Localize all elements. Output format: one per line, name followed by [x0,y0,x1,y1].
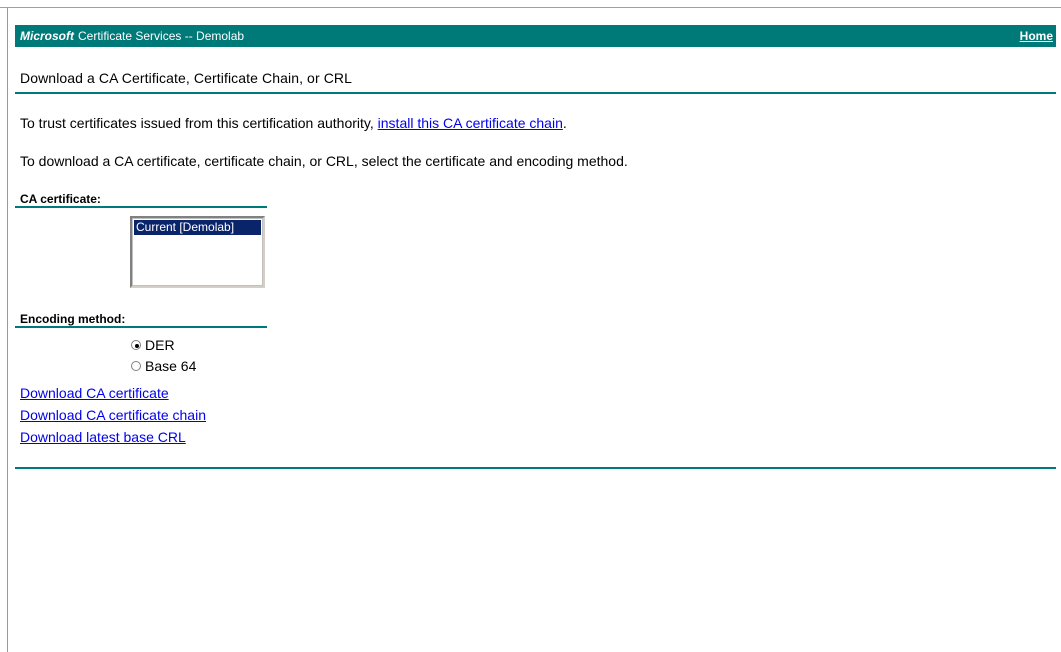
encoding-method-divider [15,326,267,328]
ca-certificate-list[interactable]: Current [Demolab] [130,216,265,288]
banner-title: Microsoft Certificate Services -- Demola… [20,29,244,43]
download-base-crl-link[interactable]: Download latest base CRL [20,429,186,445]
der-label: DER [145,337,175,353]
encoding-method-label: Encoding method: [20,312,126,326]
encoding-base64-option[interactable]: Base 64 [131,358,196,374]
service-name: Certificate Services -- Demolab [78,29,245,43]
ca-certificate-option[interactable]: Current [Demolab] [134,220,261,235]
download-instructions: To download a CA certificate, certificat… [20,153,628,169]
title-divider [15,92,1056,94]
window-left-edge [7,8,8,652]
download-ca-chain-link[interactable]: Download CA certificate chain [20,407,206,423]
download-ca-certificate-link[interactable]: Download CA certificate [20,385,169,401]
der-radio[interactable] [131,340,141,350]
base64-label: Base 64 [145,358,197,374]
ca-certificate-label: CA certificate: [20,192,101,206]
trust-suffix: . [562,115,567,131]
install-chain-link[interactable]: install this CA certificate chain [378,115,563,131]
home-link[interactable]: Home [1020,29,1053,43]
window-top-edge [0,0,1061,8]
page-title: Download a CA Certificate, Certificate C… [20,70,353,86]
base64-radio[interactable] [131,361,141,371]
brand-name: Microsoft [20,29,74,43]
ca-certificate-divider [15,206,267,208]
header-banner: Microsoft Certificate Services -- Demola… [15,25,1056,47]
trust-paragraph: To trust certificates issued from this c… [20,115,567,131]
trust-text: To trust certificates issued from this c… [20,115,378,131]
footer-divider [15,467,1056,469]
encoding-der-option[interactable]: DER [131,337,175,353]
